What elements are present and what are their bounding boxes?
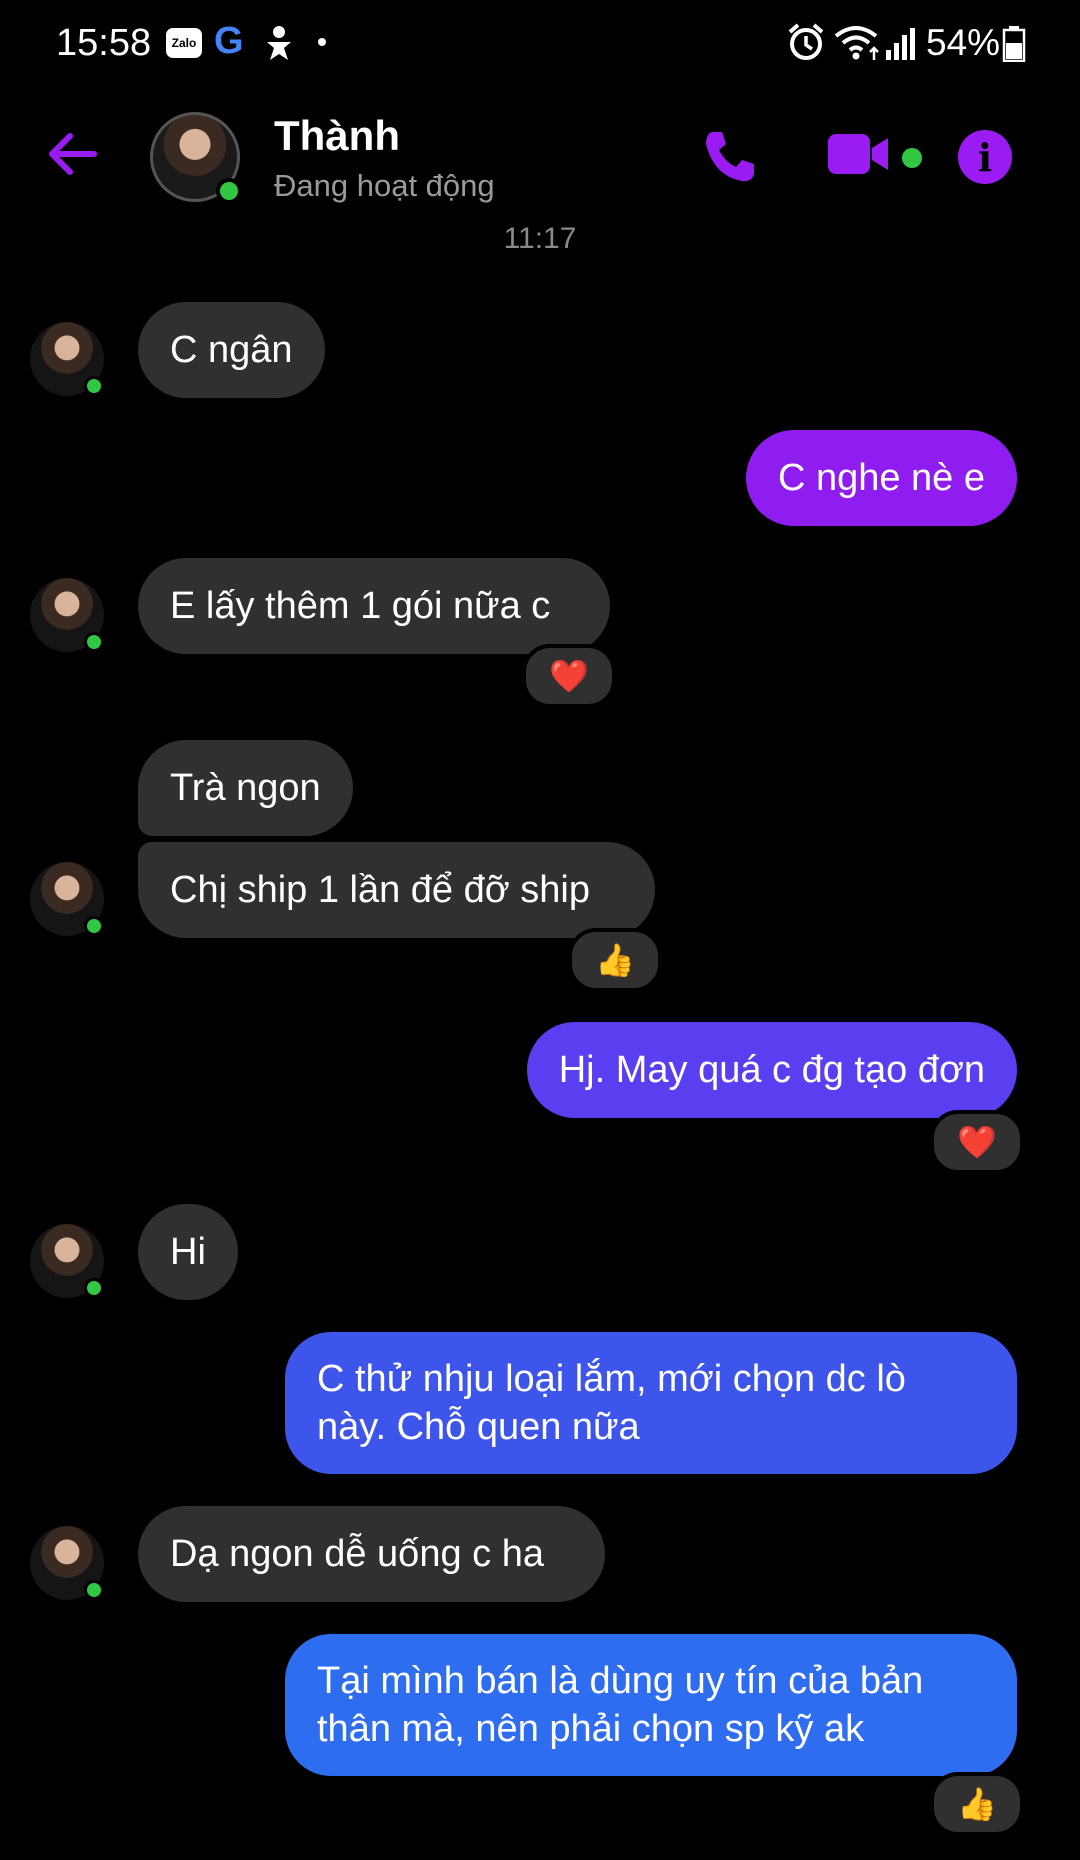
contact-status: Đang hoạt động (274, 168, 495, 203)
incoming-message[interactable]: Chị ship 1 lần để đỡ ship (138, 842, 655, 938)
video-call-icon[interactable] (826, 132, 892, 176)
incoming-message[interactable]: Trà ngon (138, 740, 353, 836)
info-icon[interactable]: i (958, 130, 1012, 184)
heart-reaction[interactable]: ❤️ (522, 644, 616, 708)
incoming-message[interactable]: E lấy thêm 1 gói nữa c (138, 558, 610, 654)
outgoing-message[interactable]: C thử nhju loại lắm, mới chọn dc lò này.… (285, 1332, 1017, 1474)
outgoing-message[interactable]: Hj. May quá c đg tạo đơn (526, 1022, 1017, 1118)
incoming-message[interactable]: C ngân (138, 302, 325, 398)
heart-reaction[interactable]: ❤️ (930, 1110, 1024, 1174)
battery-icon (1002, 26, 1026, 62)
message-timestamp: 11:17 (503, 222, 577, 255)
outgoing-message[interactable]: C nghe nè e (745, 430, 1017, 526)
signal-icon (886, 28, 915, 60)
status-time: 15:58 (56, 22, 152, 64)
phone-call-icon[interactable] (700, 126, 760, 186)
online-indicator (84, 632, 104, 652)
notification-dot-icon (318, 38, 326, 46)
wifi-icon (834, 26, 879, 60)
video-active-dot (902, 148, 922, 168)
online-indicator (84, 376, 104, 396)
online-indicator (84, 1278, 104, 1298)
alarm-icon (788, 23, 824, 60)
back-arrow-icon[interactable] (44, 126, 100, 182)
incoming-message[interactable]: Dạ ngon dễ uống c ha (138, 1506, 605, 1602)
thumbs-up-reaction[interactable]: 👍 (568, 928, 662, 992)
outgoing-message[interactable]: Tại mình bán là dùng uy tín của bản thân… (285, 1634, 1017, 1776)
battery-percentage: 54% (926, 22, 1001, 63)
google-notification-icon: G (214, 20, 244, 62)
zalo-notification-icon: Zalo (166, 28, 202, 58)
online-indicator (216, 178, 242, 204)
incoming-message[interactable]: Hi (138, 1204, 238, 1300)
thumbs-up-reaction[interactable]: 👍 (930, 1772, 1024, 1836)
online-indicator (84, 1580, 104, 1600)
contact-name[interactable]: Thành (274, 112, 400, 160)
online-indicator (84, 916, 104, 936)
accessibility-notification-icon (267, 26, 291, 60)
